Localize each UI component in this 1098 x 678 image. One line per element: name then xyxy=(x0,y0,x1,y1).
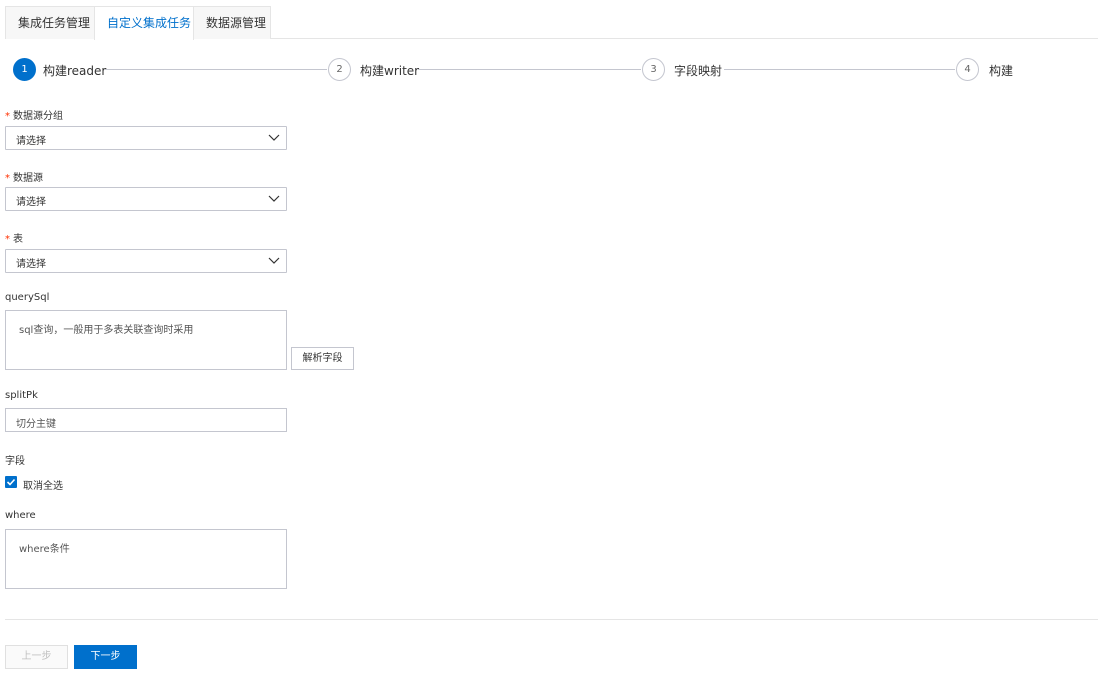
chevron-down-icon xyxy=(268,195,280,202)
input-placeholder: 切分主键 xyxy=(16,419,56,430)
parse-fields-button[interactable]: 解析字段 xyxy=(291,347,354,370)
datasource-label-text: 数据源 xyxy=(13,173,43,184)
datasource-group-label: * 数据源分组 xyxy=(5,107,63,122)
datasource-label: * 数据源 xyxy=(5,169,43,184)
step-4-label: 构建 xyxy=(989,64,1014,78)
required-mark: * xyxy=(5,173,10,184)
select-placeholder: 请选择 xyxy=(16,259,46,270)
select-placeholder: 请选择 xyxy=(16,136,46,147)
step-4-circle: 4 xyxy=(956,58,979,81)
step-3-circle: 3 xyxy=(642,58,665,81)
textarea-placeholder: where条件 xyxy=(19,544,70,555)
check-icon xyxy=(6,478,16,486)
datasource-group-select[interactable]: 请选择 xyxy=(5,126,287,150)
textarea-placeholder: sql查询，一般用于多表关联查询时采用 xyxy=(19,325,194,336)
table-label-text: 表 xyxy=(13,234,23,245)
step-2-circle: 2 xyxy=(328,58,351,81)
datasource-group-label-text: 数据源分组 xyxy=(13,111,63,122)
query-sql-textarea[interactable]: sql查询，一般用于多表关联查询时采用 xyxy=(5,310,287,370)
chevron-down-icon xyxy=(268,257,280,264)
next-step-button[interactable]: 下一步 xyxy=(74,645,137,669)
split-pk-input[interactable]: 切分主键 xyxy=(5,408,287,432)
step-1-circle: 1 xyxy=(13,58,36,81)
step-2-label: 构建writer xyxy=(360,64,420,78)
chevron-down-icon xyxy=(268,134,280,141)
tab-custom-integration-task[interactable]: 自定义集成任务 xyxy=(94,6,194,40)
step-3-label: 字段映射 xyxy=(674,64,723,78)
step-connector xyxy=(724,69,955,70)
required-mark: * xyxy=(5,234,10,245)
where-label: where xyxy=(5,510,36,521)
deselect-all-label[interactable]: 取消全选 xyxy=(23,477,63,492)
tab-integration-task-management[interactable]: 集成任务管理 xyxy=(5,6,95,39)
step-connector xyxy=(418,69,641,70)
split-pk-label: splitPk xyxy=(5,390,38,401)
step-connector xyxy=(105,69,327,70)
where-textarea[interactable]: where条件 xyxy=(5,529,287,589)
step-indicator: 1 构建reader 2 构建writer 3 字段映射 4 构建 xyxy=(13,58,1013,82)
query-sql-label: querySql xyxy=(5,292,50,303)
fields-label: 字段 xyxy=(5,456,25,467)
required-mark: * xyxy=(5,111,10,122)
footer-divider xyxy=(5,619,1098,620)
tab-datasource-management[interactable]: 数据源管理 xyxy=(193,6,271,39)
step-1-label: 构建reader xyxy=(43,64,107,78)
tab-bar: 集成任务管理 自定义集成任务 数据源管理 xyxy=(5,6,1098,40)
table-select[interactable]: 请选择 xyxy=(5,249,287,273)
select-placeholder: 请选择 xyxy=(16,197,46,208)
datasource-select[interactable]: 请选择 xyxy=(5,187,287,211)
deselect-all-checkbox[interactable] xyxy=(5,476,17,488)
previous-step-button[interactable]: 上一步 xyxy=(5,645,68,669)
table-label: * 表 xyxy=(5,230,23,245)
